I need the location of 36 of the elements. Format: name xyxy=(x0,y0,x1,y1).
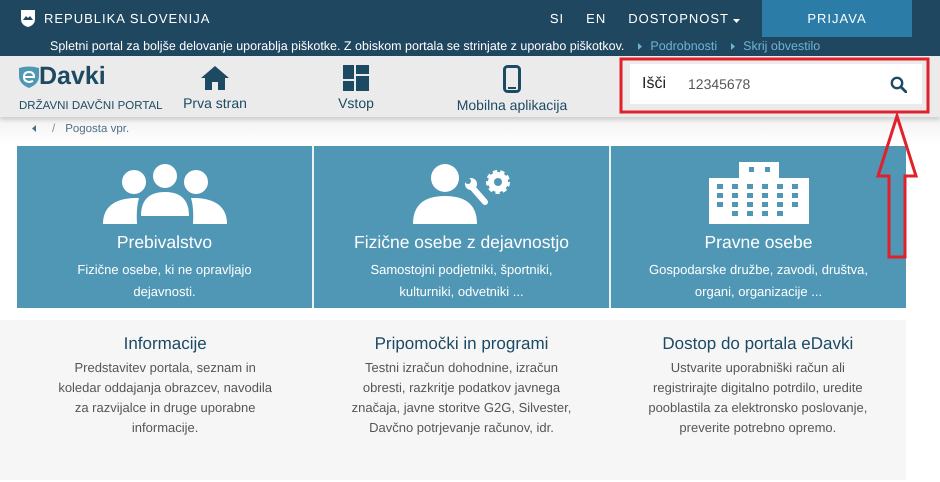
breadcrumb-link[interactable]: Pogosta vpr. xyxy=(65,121,130,138)
section-text: Ustvarite uporabniški račun ali registrirajte digitalno potrdilo, uredite pooblastila za elektronsko poslovanje, preverite potrebno opremo. xyxy=(648,359,868,438)
language-link[interactable]: EN xyxy=(586,8,606,28)
people-icon xyxy=(102,164,226,224)
search-field[interactable]: Išči 12345678 xyxy=(630,64,922,104)
cookie-link[interactable]: Skrij obvestilo xyxy=(743,38,820,55)
triangle-icon xyxy=(731,43,736,50)
breadcrumb-separator: / xyxy=(52,122,56,137)
search-input[interactable]: 12345678 xyxy=(686,72,866,96)
home-icon xyxy=(200,65,230,91)
section-heading: Pripomočki in programi xyxy=(374,334,550,354)
person-with-tools-icon xyxy=(412,164,510,224)
language-link[interactable]: SI xyxy=(550,8,564,28)
triangle-icon xyxy=(638,43,642,50)
login-button[interactable]: PRIJAVA xyxy=(762,0,912,37)
nav-link[interactable]: Vstop xyxy=(260,65,452,109)
caret-icon xyxy=(733,19,740,23)
cookie-link[interactable]: Podrobnosti xyxy=(650,38,718,55)
cookie-notice: Spletni portal za boljše delovanje uporablja piškotke. Z obiskom portala se strinjate z uporabo piškotkov. xyxy=(50,38,624,55)
building-icon xyxy=(708,162,808,224)
section-heading: Dostop do portala eDavki xyxy=(661,334,854,354)
section-text: Predstavitev portala, seznam in koledar oddajanja obrazcev, navodila za razvijalce in druge uporabne informacije. xyxy=(57,359,273,438)
logo-subtitle: DRŽAVNI DAVČNI PORTAL xyxy=(19,98,164,114)
phone-icon xyxy=(503,65,521,93)
logo-shield-icon xyxy=(19,66,39,88)
back-icon[interactable] xyxy=(32,125,36,132)
nav-link[interactable]: Prva stran xyxy=(170,65,260,109)
logo-text: Davki xyxy=(39,64,106,89)
search-label: Išči xyxy=(641,74,667,94)
dashboard-icon xyxy=(343,65,369,91)
section-text: Testni izračun dohodnine, izračun obresti, razkritje podatkov javnega značaja, javne storitve G2G, Silvester, Davčno potrjevanje računov, idr. xyxy=(351,359,572,438)
search-icon[interactable] xyxy=(890,76,907,92)
accessibility-dropdown[interactable]: DOSTOPNOST xyxy=(628,8,740,28)
coat-of-arms-icon xyxy=(20,9,36,28)
site-title: REPUBLIKA SLOVENIJA xyxy=(44,10,210,28)
section-heading: Informacije xyxy=(122,334,208,354)
